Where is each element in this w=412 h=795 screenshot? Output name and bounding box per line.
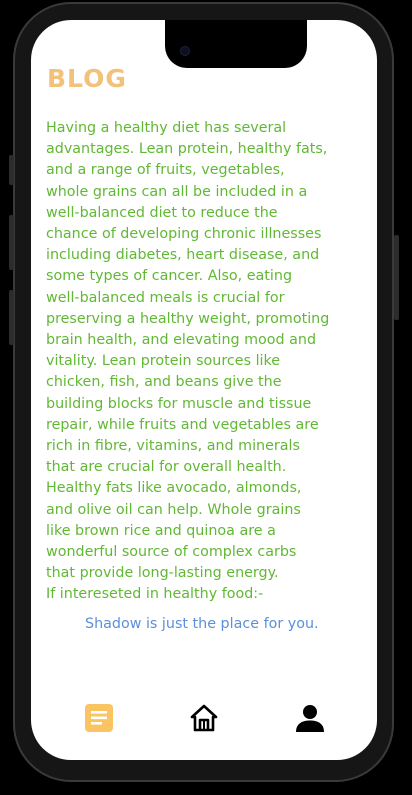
page-title: BLOG — [47, 64, 127, 93]
notch — [165, 20, 307, 68]
article-body: Having a healthy diet has several advant… — [46, 118, 346, 606]
volume-up-button — [9, 215, 14, 270]
cta-lead-text: If intereseted in healthy food:- — [46, 586, 264, 603]
power-button — [394, 235, 399, 320]
nav-profile-button[interactable] — [293, 701, 327, 735]
device-stage: BLOG Having a healthy diet has several a… — [0, 0, 412, 795]
camera-icon — [180, 46, 190, 56]
nav-home-button[interactable] — [187, 701, 221, 735]
person-icon — [296, 705, 324, 732]
home-icon — [190, 704, 218, 732]
article-paragraph: Having a healthy diet has several advant… — [46, 120, 330, 582]
nav-blog-button[interactable] — [82, 701, 116, 735]
volume-down-button — [9, 290, 14, 345]
article-icon — [85, 704, 113, 732]
mute-switch — [9, 155, 14, 185]
bottom-nav — [31, 693, 377, 745]
cta-highlight-text: Shadow is just the place for you. — [85, 616, 319, 632]
